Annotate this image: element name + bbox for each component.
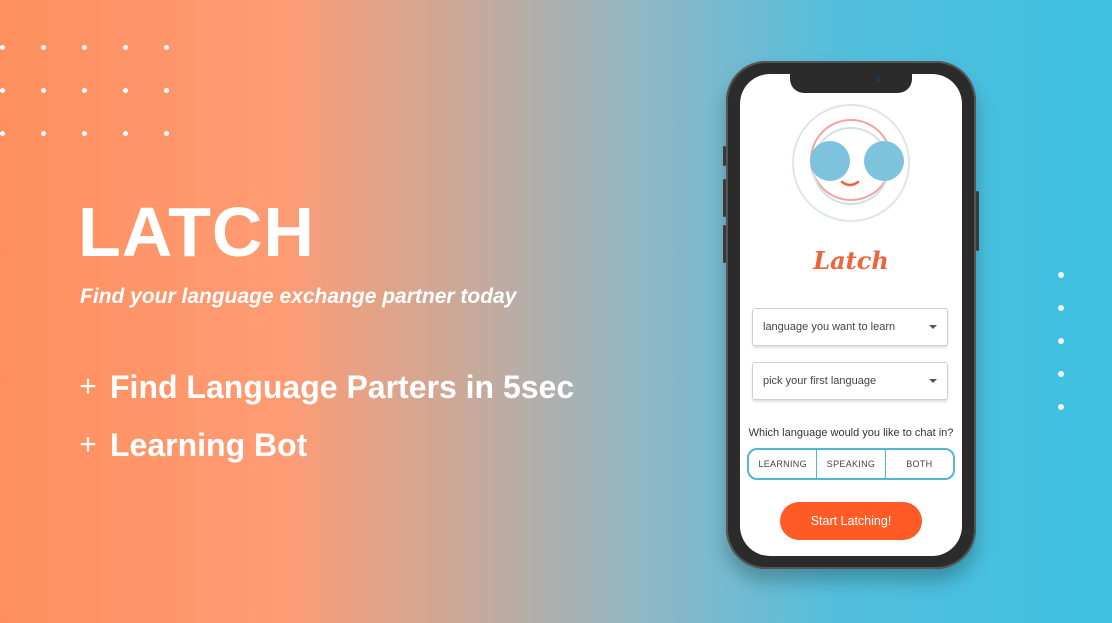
learn-language-select[interactable]: language you want to learn <box>752 308 948 346</box>
decorative-dots-right <box>1058 272 1066 412</box>
phone-screen: Latch language you want to learn pick yo… <box>740 74 962 556</box>
phone-button-silent <box>723 146 726 166</box>
phone-button-volume-down <box>723 225 726 263</box>
phone-button-power <box>976 191 979 251</box>
phone-notch <box>790 74 912 93</box>
chat-language-question: Which language would you like to chat in… <box>748 427 954 439</box>
select-value: language you want to learn <box>763 321 896 333</box>
caret-down-icon <box>929 325 937 329</box>
caret-down-icon <box>929 379 937 383</box>
phone-mockup: Latch language you want to learn pick yo… <box>723 61 979 569</box>
feature-item: + Learning Bot <box>78 416 574 474</box>
app-wordmark: Latch <box>813 246 889 275</box>
chat-language-toggle: LEARNING SPEAKING BOTH <box>747 448 955 480</box>
option-both[interactable]: BOTH <box>884 450 953 478</box>
option-learning[interactable]: LEARNING <box>749 450 816 478</box>
select-value: pick your first language <box>763 375 877 387</box>
camera-icon <box>876 77 881 82</box>
plus-icon: + <box>79 428 97 461</box>
hero-tagline: Find your language exchange partner toda… <box>80 285 517 308</box>
phone-button-volume-up <box>723 179 726 217</box>
smiley-face-logo-icon <box>792 104 910 222</box>
feature-list: + Find Language Parters in 5sec + Learni… <box>78 358 574 474</box>
option-speaking[interactable]: SPEAKING <box>816 450 884 478</box>
plus-icon: + <box>79 370 97 403</box>
decorative-dots-top-left <box>0 45 175 140</box>
start-latching-button[interactable]: Start Latching! <box>780 502 922 540</box>
feature-text: Find Language Parters in 5sec <box>110 368 575 405</box>
hero-title: LATCH <box>78 193 315 271</box>
feature-item: + Find Language Parters in 5sec <box>78 358 574 416</box>
first-language-select[interactable]: pick your first language <box>752 362 948 400</box>
feature-text: Learning Bot <box>110 426 308 463</box>
